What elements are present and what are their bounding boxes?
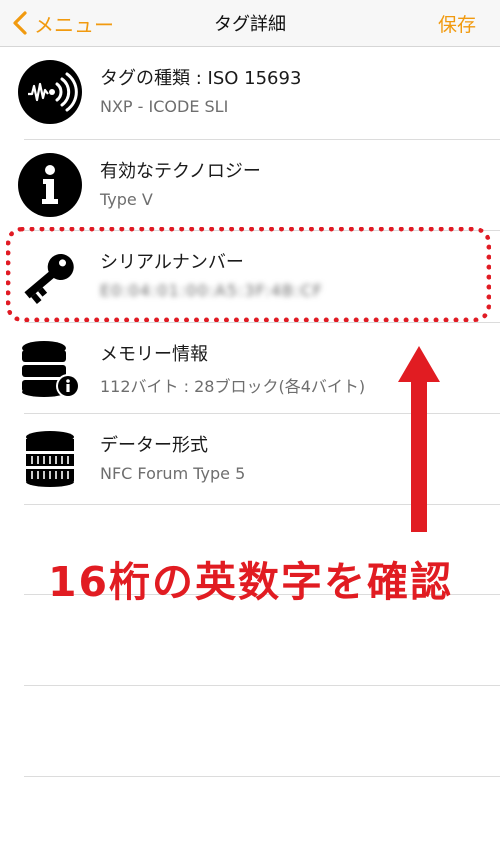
row-technology[interactable]: 有効なテクノロジー Type V — [0, 140, 500, 230]
nfc-wave-icon — [18, 60, 82, 124]
coin-stack-icon — [26, 431, 74, 487]
row-serial-number[interactable]: シリアルナンバー E0:04:01:00:A5:3F:4B:CF — [0, 231, 500, 321]
save-button[interactable]: 保存 — [438, 10, 476, 37]
annotation-text: 16桁の英数字を確認 — [48, 558, 454, 606]
row-tag-type[interactable]: タグの種類 : ISO 15693 NXP - ICODE SLI — [0, 47, 500, 137]
info-icon — [18, 153, 82, 217]
row-subtitle: NFC Forum Type 5 — [100, 464, 246, 483]
page-title: タグ詳細 — [214, 14, 286, 35]
database-info-icon — [22, 341, 80, 398]
row-title: 有効なテクノロジー — [100, 161, 261, 182]
row-title: メモリー情報 — [100, 344, 208, 365]
row-title: タグの種類 : ISO 15693 — [100, 68, 302, 89]
navigation-bar: メニュー タグ詳細 保存 — [0, 0, 500, 47]
row-divider — [24, 685, 500, 686]
row-title: データー形式 — [100, 435, 208, 456]
key-icon — [24, 254, 74, 304]
row-subtitle: NXP - ICODE SLI — [100, 97, 229, 116]
row-subtitle: 112バイト : 28ブロック(各4バイト) — [100, 377, 366, 396]
row-subtitle: Type V — [100, 190, 153, 209]
row-divider — [24, 776, 500, 777]
row-title: シリアルナンバー — [100, 252, 244, 273]
arrow-up-icon — [398, 346, 440, 532]
serial-number-value: E0:04:01:00:A5:3F:4B:CF — [100, 281, 323, 300]
